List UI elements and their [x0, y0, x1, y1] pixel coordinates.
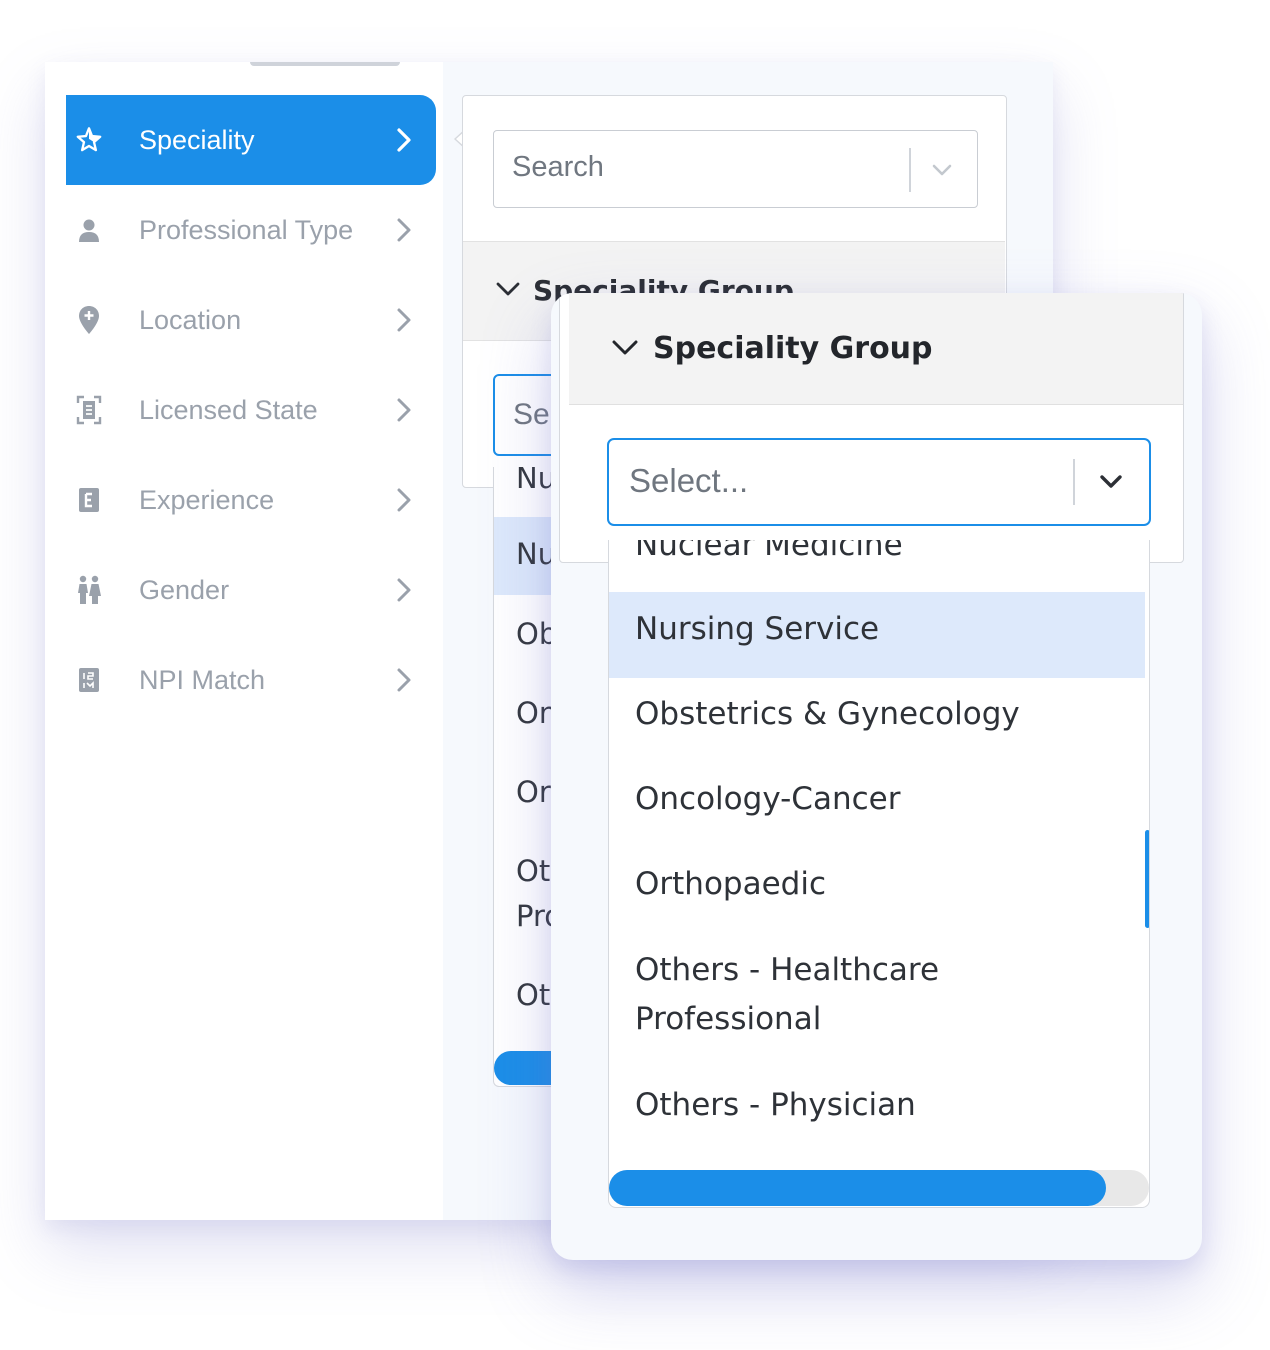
chevron-right-icon [384, 480, 424, 520]
location-pin-icon [66, 297, 112, 343]
select-placeholder: Sel [513, 398, 557, 431]
option-nursing-service[interactable]: Nursing Service [635, 611, 879, 648]
horizontal-scrollbar-thumb[interactable] [609, 1170, 1106, 1206]
sidebar-item-label: Experience [139, 484, 275, 515]
sidebar-item-gender[interactable]: Gender [66, 545, 436, 635]
sidebar-item-npi-match[interactable]: NPI Match [66, 635, 436, 725]
npi-icon [66, 657, 112, 703]
select-placeholder: Select... [629, 462, 749, 499]
id-card-icon [66, 387, 112, 433]
sidebar-item-speciality[interactable]: Speciality [66, 95, 436, 185]
vertical-scrollbar[interactable] [1145, 830, 1149, 928]
sidebar-item-licensed-state[interactable]: Licensed State [66, 365, 436, 455]
chevron-down-icon[interactable] [930, 158, 954, 186]
group-title: Speciality Group [653, 331, 933, 366]
speciality-select[interactable]: Select... [607, 438, 1151, 526]
chevron-right-icon [384, 660, 424, 700]
chevron-down-icon [495, 280, 521, 304]
sidebar: Speciality Professional Type Location Li… [45, 62, 443, 1220]
sidebar-item-professional-type[interactable]: Professional Type [66, 185, 436, 275]
zoomed-dropdown-card: Speciality Group Select... Nuclear Medic… [551, 293, 1202, 1260]
sidebar-item-label: Speciality [139, 124, 255, 155]
search-placeholder: Search [512, 151, 604, 183]
chevron-right-icon [384, 120, 424, 160]
chevron-down-icon[interactable] [1097, 470, 1125, 498]
sidebar-item-label: Licensed State [139, 394, 318, 425]
chevron-right-icon [384, 300, 424, 340]
sidebar-item-label: Location [139, 304, 242, 335]
speciality-group-header[interactable]: Speciality Group [569, 293, 1183, 405]
sidebar-item-label: NPI Match [139, 664, 266, 695]
option-orthopaedic[interactable]: Orthopaedic [635, 866, 826, 903]
option-others-healthcare-professional[interactable]: Others - Healthcare [635, 952, 939, 989]
chevron-right-icon [384, 570, 424, 610]
chevron-right-icon [384, 210, 424, 250]
option-obstetrics-gynecology[interactable]: Obstetrics & Gynecology [635, 696, 1020, 733]
separator [1073, 459, 1075, 505]
drag-handle [250, 62, 400, 66]
options-list: Nuclear Medicine Nursing Service Obstetr… [608, 540, 1150, 1208]
search-input[interactable]: Search [493, 130, 978, 208]
sidebar-item-label: Professional Type [139, 214, 354, 245]
sidebar-item-experience[interactable]: Experience [66, 455, 436, 545]
option-nuclear-medicine[interactable]: Nuclear Medicine [635, 540, 903, 564]
star-icon [66, 117, 112, 163]
option-others-physician[interactable]: Others - Physician [635, 1087, 916, 1124]
chevron-right-icon [384, 390, 424, 430]
option-oncology-cancer[interactable]: Oncology-Cancer [635, 781, 900, 818]
option-others-healthcare-professional-line2[interactable]: Professional [635, 1001, 821, 1038]
sidebar-item-label: Gender [139, 574, 230, 605]
experience-icon [66, 477, 112, 523]
separator [909, 148, 911, 192]
chevron-down-icon [611, 338, 639, 364]
sidebar-item-location[interactable]: Location [66, 275, 436, 365]
person-icon [66, 207, 112, 253]
gender-icon [66, 567, 112, 613]
